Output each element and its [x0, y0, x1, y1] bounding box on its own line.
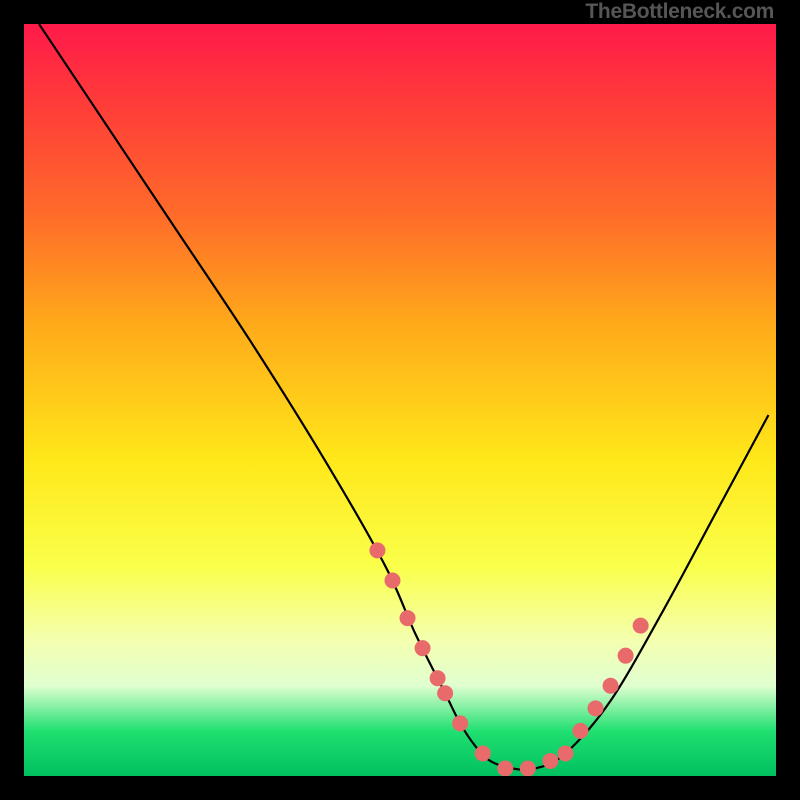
marker-dot: [603, 678, 619, 694]
bottleneck-line: [39, 24, 768, 770]
marker-dot: [437, 685, 453, 701]
marker-dot: [497, 760, 513, 776]
marker-dot: [384, 572, 400, 588]
marker-dot: [542, 753, 558, 769]
marker-dot: [618, 648, 634, 664]
marker-dot: [520, 760, 536, 776]
marker-dot: [633, 618, 649, 634]
marker-dot: [557, 745, 573, 761]
marker-dot: [588, 700, 604, 716]
marker-dot: [415, 640, 431, 656]
marker-dot: [430, 670, 446, 686]
marker-dot: [572, 723, 588, 739]
marker-dot: [452, 715, 468, 731]
watermark-text: TheBottleneck.com: [585, 0, 774, 24]
marker-dot: [400, 610, 416, 626]
chart-svg: [24, 24, 776, 776]
line-curve: [39, 24, 768, 770]
marker-dot: [475, 745, 491, 761]
marker-dots: [369, 542, 648, 776]
marker-dot: [369, 542, 385, 558]
